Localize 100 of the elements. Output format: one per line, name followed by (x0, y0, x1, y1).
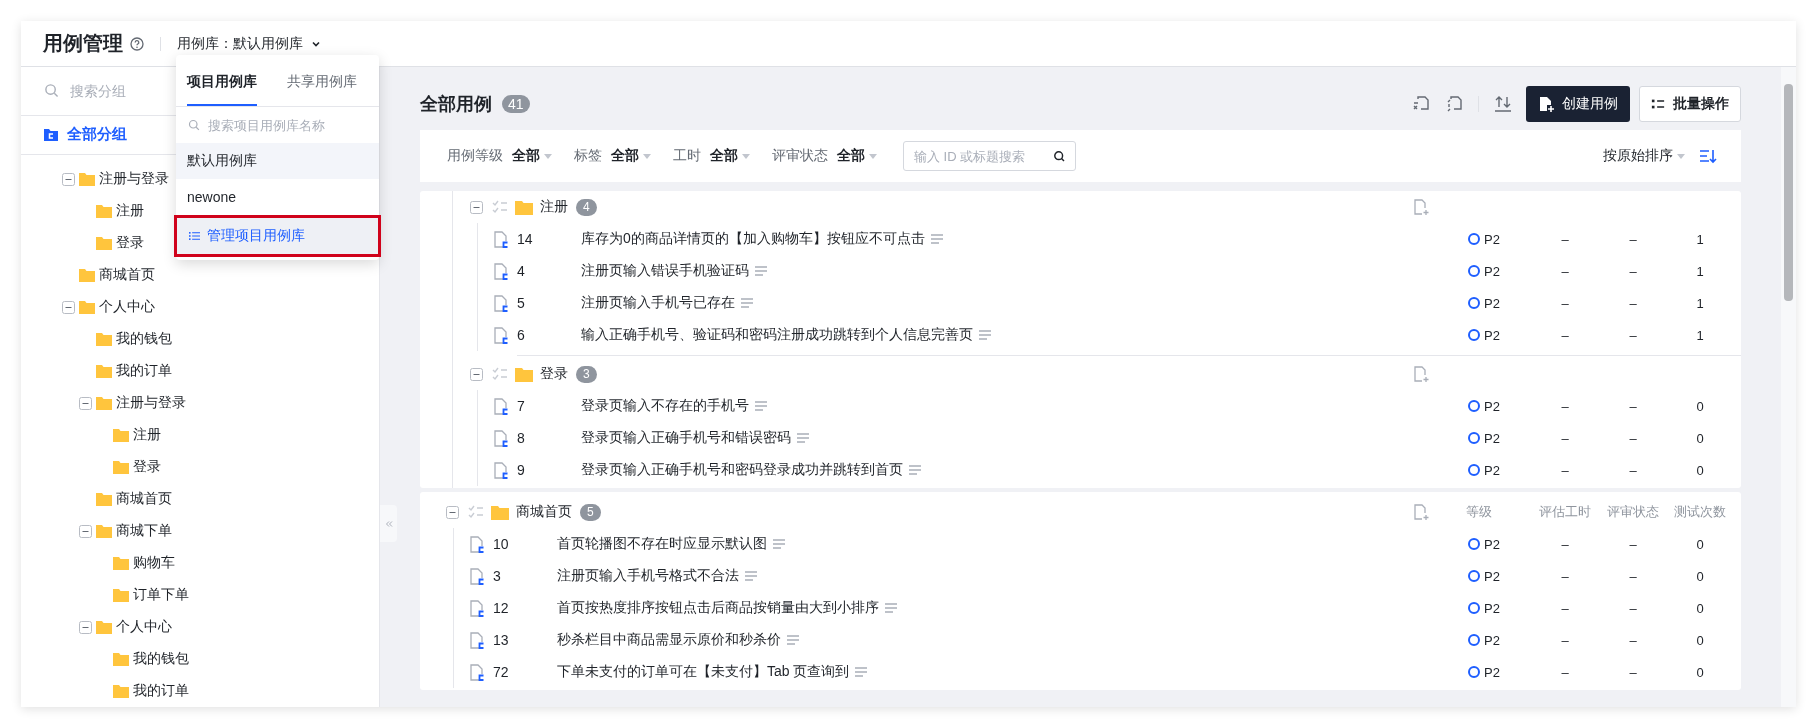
group-tree-item[interactable]: 注册与登录 (115, 392, 187, 414)
group-tree-item[interactable]: 我的钱包 (132, 648, 190, 670)
ring-icon (1468, 602, 1480, 614)
scrollbar[interactable] (1781, 67, 1796, 707)
lines-icon (796, 432, 810, 444)
group-name[interactable]: 登录 (540, 365, 568, 383)
group-name[interactable]: 商城首页 (516, 503, 572, 521)
case-title[interactable]: 秒杀栏目中商品需显示原价和秒杀价 (557, 631, 781, 649)
estimate-value: – (1561, 430, 1569, 446)
ring-icon (1468, 432, 1480, 444)
list-icon (189, 231, 200, 241)
review-status: – (1629, 430, 1637, 446)
ring-icon (1468, 634, 1480, 646)
group-tree-item[interactable]: 我的订单 (132, 680, 190, 702)
case-title[interactable]: 首页轮播图不存在时应显示默认图 (557, 535, 767, 553)
library-tab[interactable]: 共享用例库 (287, 55, 357, 106)
filter-dropdown[interactable]: 全部 (611, 147, 651, 165)
review-status: – (1629, 632, 1637, 648)
ring-icon (1468, 538, 1480, 550)
case-title[interactable]: 库存为0的商品详情页的【加入购物车】按钮应不可点击 (581, 230, 925, 248)
group-tree-item[interactable]: 购物车 (132, 552, 176, 574)
file-arrow-icon[interactable] (1412, 95, 1430, 113)
case-title[interactable]: 登录页输入正确手机号和密码登录成功并跳转到首页 (581, 461, 903, 479)
file-arrow-icon[interactable] (1445, 95, 1463, 113)
case-title[interactable]: 注册页输入手机号格式不合法 (557, 567, 739, 585)
library-option[interactable]: 默认用例库 (176, 143, 379, 179)
priority-label: P2 (1484, 398, 1500, 414)
folder-icon (96, 364, 112, 378)
estimate-value: – (1561, 568, 1569, 584)
batch-actions-button[interactable]: 批量操作 (1639, 86, 1741, 122)
case-title[interactable]: 下单未支付的订单可在【未支付】Tab 页查询到 (557, 663, 850, 681)
filter-dropdown[interactable]: 全部 (512, 147, 552, 165)
library-option[interactable]: newone (176, 179, 379, 215)
folder-icon (113, 588, 129, 602)
upload-download-icon[interactable] (1494, 95, 1512, 113)
help-icon[interactable] (130, 36, 144, 51)
group-tree-item[interactable]: 商城首页 (98, 264, 156, 286)
group-tree-item[interactable]: 我的订单 (115, 360, 173, 382)
ring-icon (1468, 570, 1480, 582)
estimate-value: – (1561, 398, 1569, 414)
group-tree-item[interactable]: 订单下单 (132, 584, 190, 606)
collapse-toggle[interactable] (470, 367, 483, 381)
ring-icon (1468, 233, 1480, 245)
case-search-field[interactable]: 输入 ID 或标题搜索 (903, 141, 1076, 171)
review-status: – (1629, 600, 1637, 616)
group-tree-item[interactable]: 个人中心 (98, 296, 156, 318)
filter-dropdown[interactable]: 全部 (837, 147, 877, 165)
checklist-icon[interactable] (492, 366, 508, 382)
ring-icon (1468, 329, 1480, 341)
run-count: 0 (1696, 600, 1704, 616)
create-case-button[interactable]: 创建用例 (1526, 86, 1630, 122)
group-name[interactable]: 注册 (540, 198, 568, 216)
folder-icon (96, 332, 112, 346)
case-id: 13 (493, 632, 510, 648)
library-selector[interactable]: 用例库：默认用例库 (177, 34, 321, 53)
group-tree-item[interactable]: 注册 (115, 200, 145, 222)
checklist-icon[interactable] (492, 199, 508, 215)
column-header: 测试次数 (1674, 503, 1726, 521)
group-tree-item[interactable]: 我的钱包 (115, 328, 173, 350)
collapse-toggle[interactable] (79, 620, 92, 634)
group-tree-item[interactable]: 商城下单 (115, 520, 173, 542)
collapse-toggle[interactable] (62, 300, 75, 314)
group-tree-item[interactable]: 注册 (132, 424, 162, 446)
collapse-toggle[interactable] (62, 172, 75, 186)
case-file-icon (494, 326, 508, 344)
collapse-toggle[interactable] (79, 524, 92, 538)
all-groups-item[interactable]: 全部分组 (67, 125, 127, 145)
case-id: 12 (493, 600, 510, 616)
case-title[interactable]: 登录页输入正确手机号和错误密码 (581, 429, 791, 447)
checklist-icon[interactable] (468, 504, 484, 520)
review-status: – (1629, 462, 1637, 478)
search-icon[interactable] (1053, 150, 1066, 163)
group-tree-item[interactable]: 注册与登录 (98, 168, 170, 190)
case-title[interactable]: 登录页输入不存在的手机号 (581, 397, 749, 415)
lines-icon (786, 634, 800, 646)
case-title[interactable]: 首页按热度排序按钮点击后商品按销量由大到小排序 (557, 599, 879, 617)
caret-icon (869, 153, 877, 159)
sort-icon[interactable] (1699, 148, 1717, 164)
caret-icon (643, 153, 651, 159)
library-tab[interactable]: 项目用例库 (187, 55, 257, 106)
group-tree-item[interactable]: 登录 (132, 456, 162, 478)
collapse-toggle[interactable] (470, 200, 483, 214)
folder-icon (96, 524, 112, 538)
collapse-toggle[interactable] (79, 396, 92, 410)
filter-dropdown[interactable]: 全部 (710, 147, 750, 165)
lines-icon (884, 602, 898, 614)
group-tree-item[interactable]: 个人中心 (115, 616, 173, 638)
group-tree-item[interactable]: 登录 (115, 232, 145, 254)
priority-label: P2 (1484, 295, 1500, 311)
estimate-value: – (1561, 632, 1569, 648)
case-title[interactable]: 输入正确手机号、验证码和密码注册成功跳转到个人信息完善页 (581, 326, 973, 344)
case-title[interactable]: 注册页输入错误手机验证码 (581, 262, 749, 280)
column-header: 评审状态 (1607, 503, 1659, 521)
sort-dropdown[interactable]: 按原始排序 (1603, 147, 1685, 165)
run-count: 1 (1696, 327, 1704, 343)
library-search-field[interactable]: 搜索项目用例库名称 (206, 116, 376, 134)
group-tree-item[interactable]: 商城首页 (115, 488, 173, 510)
case-title[interactable]: 注册页输入手机号已存在 (581, 294, 735, 312)
collapse-toggle[interactable] (446, 505, 459, 519)
case-file-icon (494, 397, 508, 415)
